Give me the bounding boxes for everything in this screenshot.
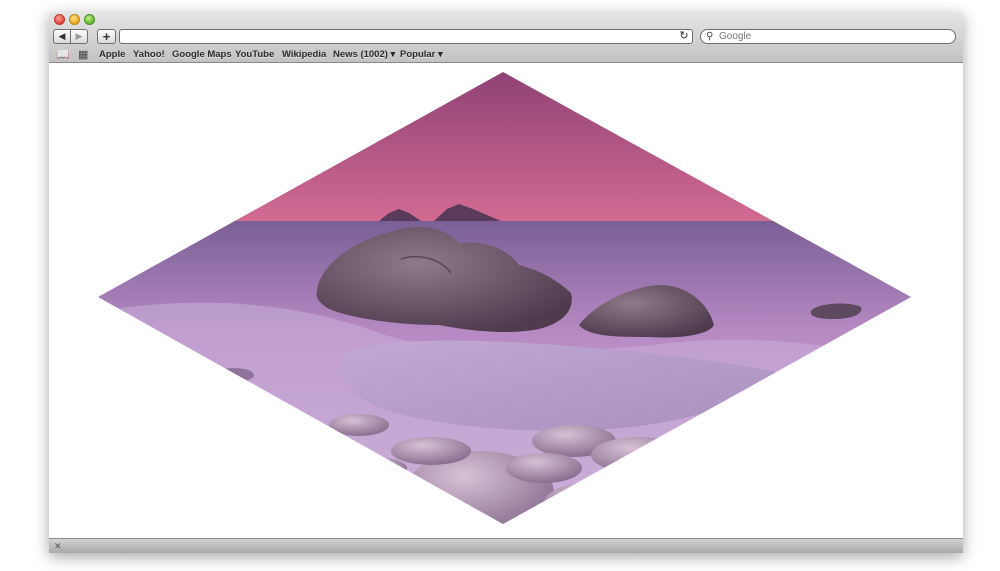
plus-icon: + <box>102 29 111 44</box>
page-content <box>49 63 963 538</box>
bookmarks-bar: 📖 ▦ Apple Yahoo! Google Maps YouTube Wik… <box>49 47 963 63</box>
book-icon[interactable]: 📖 <box>56 48 70 62</box>
top-sites-grid-icon[interactable]: ▦ <box>78 48 88 62</box>
search-icon: ⚲ <box>706 31 714 42</box>
status-bar: ✕ <box>49 538 963 553</box>
add-bookmark-button[interactable]: + <box>97 29 116 44</box>
back-button[interactable]: ◀ <box>53 29 71 44</box>
bookmark-yahoo[interactable]: Yahoo! <box>133 47 165 63</box>
bookmark-youtube[interactable]: YouTube <box>235 47 274 63</box>
search-field[interactable]: ⚲ <box>700 29 956 44</box>
pebble <box>351 458 407 478</box>
reload-icon[interactable]: ↻ <box>678 30 690 43</box>
bookmark-apple[interactable]: Apple <box>99 47 125 63</box>
browser-window: ◀ ▶ + ↻ ⚲ 📖 ▦ Apple Yahoo! Google Maps Y… <box>49 12 963 553</box>
pebble <box>391 437 471 465</box>
pebble <box>214 368 254 382</box>
zoom-window-button[interactable] <box>84 14 95 25</box>
forward-button[interactable]: ▶ <box>70 29 88 44</box>
close-status-icon[interactable]: ✕ <box>54 539 62 553</box>
forward-arrow-icon: ▶ <box>75 31 83 41</box>
pebble <box>591 437 687 473</box>
pebble <box>544 483 634 523</box>
bookmark-news-folder[interactable]: News (1002) ▾ <box>333 47 395 63</box>
pebble <box>506 453 582 483</box>
back-arrow-icon: ◀ <box>58 31 66 41</box>
minimize-window-button[interactable] <box>69 14 80 25</box>
pebble <box>329 414 389 436</box>
search-input[interactable] <box>719 30 949 43</box>
close-window-button[interactable] <box>54 14 65 25</box>
diamond-photo <box>98 72 911 524</box>
photo-group <box>98 72 911 524</box>
bookmark-popular-folder[interactable]: Popular ▾ <box>400 47 443 63</box>
browser-toolbar: ◀ ▶ + ↻ ⚲ 📖 ▦ Apple Yahoo! Google Maps Y… <box>49 12 963 63</box>
bookmark-wikipedia[interactable]: Wikipedia <box>282 47 326 63</box>
bookmark-google-maps[interactable]: Google Maps <box>172 47 232 63</box>
address-bar[interactable] <box>119 29 693 44</box>
sky <box>98 72 911 223</box>
